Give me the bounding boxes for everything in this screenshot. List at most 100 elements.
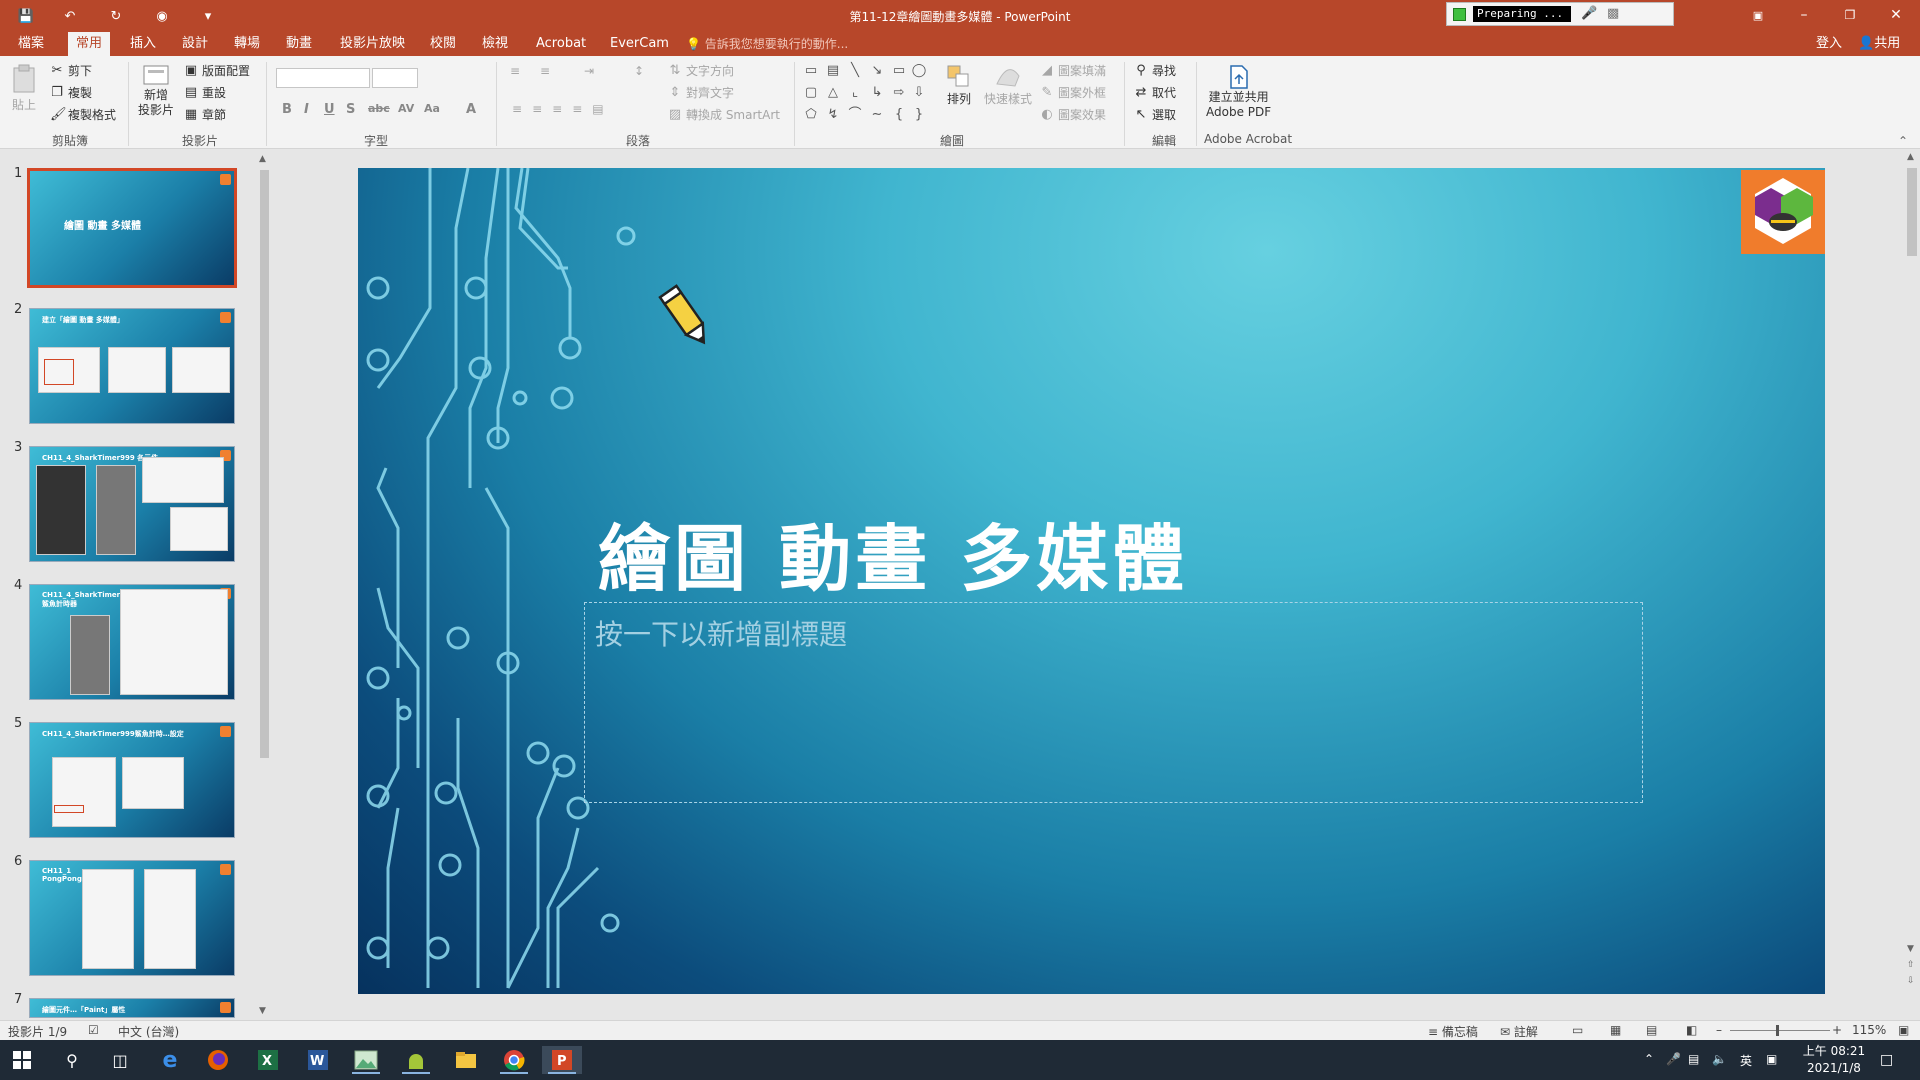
- paste-button[interactable]: 貼上: [10, 64, 38, 113]
- slide-title[interactable]: 繪圖 動畫 多媒體: [598, 500, 1188, 605]
- customize-qat-icon[interactable]: ▾: [196, 6, 220, 26]
- rounded-rect-shape-icon[interactable]: ▢: [802, 84, 820, 102]
- subtitle-placeholder-box[interactable]: 按一下以新增副標題: [584, 602, 1643, 803]
- indent-icon[interactable]: ⇥: [584, 64, 594, 78]
- select-button[interactable]: ↖ 選取: [1134, 106, 1176, 123]
- undo-icon[interactable]: ↶: [58, 6, 82, 26]
- task-view-icon[interactable]: ◫: [100, 1046, 140, 1074]
- quick-styles-button[interactable]: 快速樣式: [984, 64, 1032, 107]
- spell-check-icon[interactable]: ☑: [88, 1023, 99, 1037]
- freeform-shape-icon[interactable]: ⬠: [802, 106, 820, 124]
- elbow-connector-icon[interactable]: ⌞: [846, 84, 864, 102]
- ime-icon[interactable]: ▣: [1766, 1052, 1777, 1066]
- slide-thumbnail-1[interactable]: 繪圖 動畫 多媒體: [27, 168, 237, 288]
- align-center-icon[interactable]: ≡: [532, 102, 542, 116]
- microphone-icon[interactable]: 🎤: [1581, 6, 1597, 21]
- new-slide-button[interactable]: 新增 投影片: [138, 62, 174, 118]
- restore-button[interactable]: ❐: [1830, 4, 1870, 26]
- fit-to-window-icon[interactable]: ▣: [1898, 1023, 1909, 1037]
- slide-thumbnail-6[interactable]: CH11_1 PongPong999: [29, 860, 235, 976]
- save-icon[interactable]: 💾: [14, 6, 38, 26]
- edge-browser-icon[interactable]: e: [150, 1046, 190, 1074]
- tab-acrobat[interactable]: Acrobat: [528, 32, 594, 56]
- reset-button[interactable]: ▤ 重設: [184, 84, 226, 101]
- tab-transitions[interactable]: 轉場: [226, 32, 268, 56]
- comments-button[interactable]: ✉ 註解: [1500, 1023, 1538, 1040]
- brace-right-shape-icon[interactable]: }: [910, 106, 928, 124]
- columns-icon[interactable]: ▤: [592, 102, 603, 116]
- strikethrough-icon[interactable]: abc: [368, 102, 390, 115]
- android-studio-icon[interactable]: [396, 1046, 436, 1074]
- system-clock[interactable]: 上午 08:21 2021/1/8: [1796, 1043, 1872, 1077]
- align-left-icon[interactable]: ≡: [512, 102, 522, 116]
- slide-thumbnail-5[interactable]: CH11_4_SharkTimer999鯊魚計時…設定: [29, 722, 235, 838]
- curve-shape-icon[interactable]: ∼: [868, 106, 886, 124]
- volume-icon[interactable]: 🔈: [1712, 1052, 1727, 1066]
- connector-arrow-icon[interactable]: ↳: [868, 84, 886, 102]
- normal-view-icon[interactable]: ▭: [1572, 1023, 1583, 1037]
- italic-icon[interactable]: I: [304, 102, 309, 117]
- chrome-icon[interactable]: [494, 1046, 534, 1074]
- slide-thumbnail-7[interactable]: 繪圖元件…「Paint」屬性: [29, 998, 235, 1018]
- scroll-up-icon[interactable]: ▲: [259, 154, 266, 164]
- alignment-buttons[interactable]: ≡ ≡ ≡ ≡ ▤: [512, 102, 604, 116]
- align-right-icon[interactable]: ≡: [552, 102, 562, 116]
- next-slide-icon[interactable]: ⇩: [1907, 976, 1915, 986]
- smartart-button[interactable]: ▨ 轉換成 SmartArt: [668, 106, 780, 123]
- section-button[interactable]: ▦ 章節: [184, 106, 226, 123]
- file-explorer-icon[interactable]: [446, 1046, 486, 1074]
- zoom-level[interactable]: 115%: [1852, 1023, 1886, 1037]
- search-icon[interactable]: ⚲: [52, 1046, 92, 1074]
- vtextbox-shape-icon[interactable]: ▤: [824, 62, 842, 80]
- notes-button[interactable]: ≡ 備忘稿: [1428, 1023, 1478, 1040]
- justify-icon[interactable]: ≡: [572, 102, 582, 116]
- excel-icon[interactable]: X: [248, 1046, 288, 1074]
- tab-review[interactable]: 校閱: [422, 32, 464, 56]
- arrange-button[interactable]: 排列: [946, 64, 972, 107]
- shape-effects-button[interactable]: ◐ 圖案效果: [1040, 106, 1106, 123]
- minimize-button[interactable]: –: [1784, 4, 1824, 26]
- network-icon[interactable]: ▤: [1688, 1052, 1699, 1066]
- align-text-button[interactable]: ⇕ 對齊文字: [668, 84, 734, 101]
- tab-file[interactable]: 檔案: [10, 32, 52, 56]
- right-arrow-shape-icon[interactable]: ⇨: [890, 84, 908, 102]
- shadow-icon[interactable]: S: [346, 102, 355, 117]
- photo-app-icon[interactable]: [346, 1046, 386, 1074]
- font-name-combo[interactable]: [276, 68, 370, 88]
- presentation-icon[interactable]: ◉: [150, 6, 174, 26]
- layout-button[interactable]: ▣ 版面配置: [184, 62, 250, 79]
- format-painter-button[interactable]: 🖌 複製格式: [50, 106, 116, 123]
- oval-shape-icon[interactable]: ◯: [910, 62, 928, 80]
- sign-in-link[interactable]: 登入: [1816, 32, 1842, 56]
- create-share-pdf-button[interactable]: 建立並共用 Adobe PDF: [1206, 64, 1271, 120]
- scroll-down-icon[interactable]: ▼: [1907, 944, 1914, 954]
- ribbon-display-options-icon[interactable]: ▣: [1738, 4, 1778, 26]
- down-arrow-shape-icon[interactable]: ⇩: [910, 84, 928, 102]
- shape-fill-button[interactable]: ◢ 圖案填滿: [1040, 62, 1106, 79]
- replace-button[interactable]: ⇄ 取代: [1134, 84, 1176, 101]
- tab-home[interactable]: 常用: [68, 32, 111, 56]
- change-case-icon[interactable]: Aa: [424, 102, 440, 115]
- slideshow-view-icon[interactable]: ◧: [1686, 1023, 1697, 1037]
- edit-scroll-thumb[interactable]: [1907, 168, 1917, 256]
- text-direction-button[interactable]: ⇅ 文字方向: [668, 62, 734, 79]
- windows-start-icon[interactable]: [2, 1046, 42, 1074]
- zoom-slider[interactable]: [1730, 1030, 1830, 1031]
- zoom-slider-thumb[interactable]: [1776, 1025, 1779, 1036]
- char-spacing-icon[interactable]: AV: [398, 102, 414, 115]
- notification-center-icon[interactable]: □: [1880, 1052, 1893, 1068]
- arc-shape-icon[interactable]: ⌒: [846, 106, 864, 124]
- arrow-line-shape-icon[interactable]: ↘: [868, 62, 886, 80]
- tab-animations[interactable]: 動畫: [278, 32, 320, 56]
- language-indicator[interactable]: 中文 (台灣): [118, 1023, 179, 1040]
- font-size-combo[interactable]: [372, 68, 418, 88]
- camera-icon[interactable]: ▩: [1607, 6, 1619, 21]
- scroll-down-icon[interactable]: ▼: [259, 1006, 266, 1016]
- thumbnail-scrollbar[interactable]: ▲ ▼: [258, 154, 270, 1018]
- redo-icon[interactable]: ↻: [104, 6, 128, 26]
- brace-left-shape-icon[interactable]: {: [890, 106, 908, 124]
- underline-icon[interactable]: U: [324, 102, 335, 117]
- font-color-icon[interactable]: A: [466, 102, 476, 117]
- slide-thumbnail-2[interactable]: 建立「繪圖 動畫 多媒體」: [29, 308, 235, 424]
- thumbnail-scroll-thumb[interactable]: [260, 170, 269, 758]
